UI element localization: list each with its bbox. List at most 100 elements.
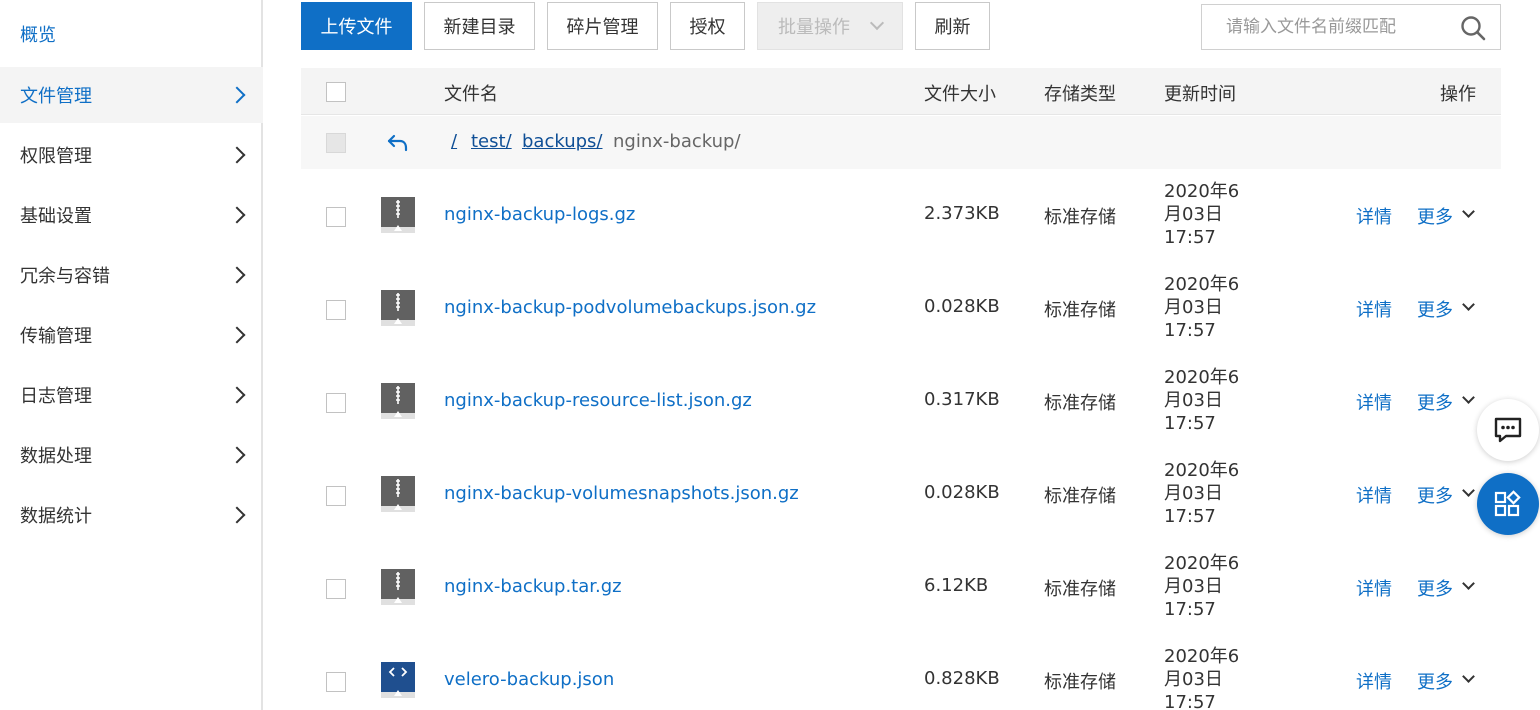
file-name-link[interactable]: velero-backup.json [444, 669, 614, 690]
more-dropdown[interactable]: 更多 [1417, 668, 1453, 694]
breadcrumb-root-link[interactable]: / [451, 131, 457, 152]
sidebar-item-label: 数据统计 [20, 506, 92, 527]
chevron-down-icon[interactable] [1462, 670, 1475, 683]
detail-link[interactable]: 详情 [1356, 482, 1392, 508]
update-time: 2020年6月03日 17:57 [1164, 181, 1240, 248]
sidebar-item-transfer-management[interactable]: 传输管理 [0, 307, 263, 363]
sidebar-item-label: 权限管理 [20, 146, 92, 167]
code-file-icon [381, 662, 415, 698]
breadcrumb-backups-link[interactable]: backups/ [522, 131, 603, 152]
back-arrow-icon[interactable] [386, 132, 410, 154]
file-name-link[interactable]: nginx-backup-logs.gz [444, 204, 635, 225]
file-name-link[interactable]: nginx-backup-volumesnapshots.json.gz [444, 483, 799, 504]
row-checkbox[interactable] [326, 300, 346, 320]
batch-operations-button[interactable]: 批量操作 [757, 2, 903, 50]
update-time: 2020年6月03日 17:57 [1164, 274, 1240, 341]
file-size: 0.317KB [924, 389, 1000, 410]
file-size: 2.373KB [924, 203, 1000, 224]
column-header-size: 文件大小 [924, 84, 996, 105]
sidebar-item-data-statistics[interactable]: 数据统计 [0, 487, 263, 543]
chevron-down-icon[interactable] [1462, 298, 1475, 311]
file-name-link[interactable]: nginx-backup-podvolumebackups.json.gz [444, 297, 816, 318]
chevron-down-icon[interactable] [1462, 484, 1475, 497]
file-size: 6.12KB [924, 575, 989, 596]
search-icon[interactable] [1460, 15, 1486, 41]
refresh-button[interactable]: 刷新 [915, 2, 990, 50]
apps-button[interactable] [1477, 473, 1539, 535]
sidebar-item-redundancy[interactable]: 冗余与容错 [0, 247, 263, 303]
sidebar-item-label: 日志管理 [20, 386, 92, 407]
row-checkbox[interactable] [326, 579, 346, 599]
chevron-down-icon[interactable] [1462, 205, 1475, 218]
chevron-down-icon[interactable] [1462, 391, 1475, 404]
storage-type: 标准存储 [1044, 300, 1116, 321]
storage-type: 标准存储 [1044, 579, 1116, 600]
detail-link[interactable]: 详情 [1356, 668, 1392, 694]
sidebar-item-label: 冗余与容错 [20, 266, 110, 287]
more-dropdown[interactable]: 更多 [1417, 296, 1453, 322]
detail-link[interactable]: 详情 [1356, 296, 1392, 322]
archive-icon [381, 476, 415, 512]
column-header-storage-type: 存储类型 [1044, 84, 1116, 105]
sidebar-item-basic-settings[interactable]: 基础设置 [0, 187, 263, 243]
apps-grid-icon [1494, 490, 1521, 517]
batch-operations-label: 批量操作 [778, 17, 850, 38]
table-row: nginx-backup-podvolumebackups.json.gz 0.… [301, 263, 1501, 356]
chevron-right-icon [228, 326, 246, 344]
chevron-right-icon [228, 206, 246, 224]
chevron-right-icon [228, 86, 246, 104]
more-dropdown[interactable]: 更多 [1417, 482, 1453, 508]
more-dropdown[interactable]: 更多 [1417, 575, 1453, 601]
select-all-checkbox[interactable] [326, 82, 346, 102]
update-time: 2020年6月03日 17:57 [1164, 646, 1240, 710]
storage-type: 标准存储 [1044, 486, 1116, 507]
more-dropdown[interactable]: 更多 [1417, 389, 1453, 415]
search-input[interactable] [1202, 5, 1452, 49]
breadcrumb-current: nginx-backup/ [613, 131, 741, 152]
file-size: 0.828KB [924, 668, 1000, 689]
sidebar-item-label: 数据处理 [20, 446, 92, 467]
update-time: 2020年6月03日 17:57 [1164, 367, 1240, 434]
file-size: 0.028KB [924, 296, 1000, 317]
table-row: velero-backup.json 0.828KB 标准存储 2020年6月0… [301, 635, 1501, 710]
table-row: nginx-backup-resource-list.json.gz 0.317… [301, 356, 1501, 449]
row-checkbox[interactable] [326, 207, 346, 227]
row-checkbox[interactable] [326, 672, 346, 692]
sidebar-item-log-management[interactable]: 日志管理 [0, 367, 263, 423]
chat-icon [1494, 417, 1522, 443]
table-header: 文件名 文件大小 存储类型 更新时间 操作 [301, 68, 1501, 115]
sidebar-item-label: 基础设置 [20, 206, 92, 227]
file-name-link[interactable]: nginx-backup.tar.gz [444, 576, 622, 597]
sidebar-item-permission-management[interactable]: 权限管理 [0, 127, 263, 183]
file-name-link[interactable]: nginx-backup-resource-list.json.gz [444, 390, 752, 411]
archive-icon [381, 569, 415, 605]
upload-file-button[interactable]: 上传文件 [301, 2, 412, 50]
detail-link[interactable]: 详情 [1356, 389, 1392, 415]
storage-type: 标准存储 [1044, 393, 1116, 414]
breadcrumb-test-link[interactable]: test/ [471, 131, 512, 152]
chevron-down-icon[interactable] [1462, 577, 1475, 590]
breadcrumb: / test/ backups/ nginx-backup/ [301, 116, 1501, 169]
detail-link[interactable]: 详情 [1356, 575, 1392, 601]
table-row: nginx-backup-volumesnapshots.json.gz 0.0… [301, 449, 1501, 542]
row-checkbox[interactable] [326, 486, 346, 506]
chevron-right-icon [228, 386, 246, 404]
sidebar-item-data-processing[interactable]: 数据处理 [0, 427, 263, 483]
new-directory-button[interactable]: 新建目录 [424, 2, 535, 50]
column-header-name: 文件名 [444, 84, 498, 105]
sidebar-item-label: 文件管理 [20, 86, 92, 107]
row-checkbox[interactable] [326, 393, 346, 413]
sidebar-item-label: 传输管理 [20, 326, 92, 347]
chat-button[interactable] [1477, 399, 1539, 461]
detail-link[interactable]: 详情 [1356, 203, 1392, 229]
sidebar-item-file-management[interactable]: 文件管理 [0, 67, 263, 123]
sidebar: 概览 文件管理 权限管理 基础设置 冗余与容错 传输管理 日志管理 数据处理 数… [0, 0, 263, 710]
sidebar-item-overview[interactable]: 概览 [0, 6, 263, 62]
fragment-management-button[interactable]: 碎片管理 [547, 2, 658, 50]
chevron-right-icon [228, 266, 246, 284]
chevron-down-icon [869, 15, 885, 31]
authorize-button[interactable]: 授权 [670, 2, 745, 50]
column-header-update-time: 更新时间 [1164, 84, 1236, 105]
chevron-right-icon [228, 146, 246, 164]
more-dropdown[interactable]: 更多 [1417, 203, 1453, 229]
